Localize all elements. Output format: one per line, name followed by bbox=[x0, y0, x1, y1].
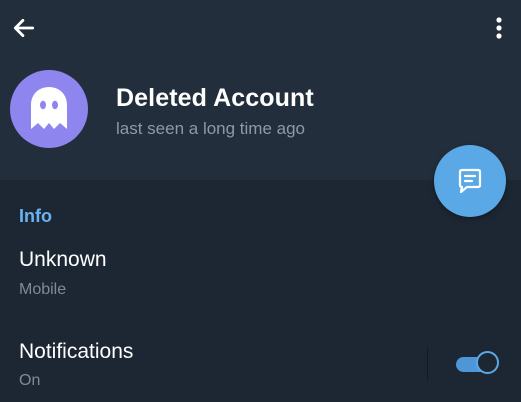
last-seen-status: last seen a long time ago bbox=[116, 119, 306, 138]
profile-name: Deleted Account bbox=[116, 84, 314, 112]
notifications-state: On bbox=[19, 372, 41, 389]
avatar[interactable] bbox=[10, 70, 88, 148]
send-message-button[interactable] bbox=[434, 145, 506, 217]
info-section-title: Info bbox=[19, 206, 52, 226]
ghost-icon bbox=[31, 87, 67, 129]
notifications-title: Notifications bbox=[19, 340, 134, 363]
phone-info-row[interactable]: Unknown Mobile bbox=[0, 238, 521, 304]
back-button[interactable] bbox=[8, 12, 40, 44]
arrow-left-icon bbox=[13, 19, 35, 37]
notifications-row[interactable]: Notifications On bbox=[0, 330, 521, 402]
toggle-knob bbox=[476, 351, 499, 374]
row-divider bbox=[427, 348, 428, 380]
more-options-button[interactable] bbox=[487, 12, 511, 44]
message-icon bbox=[458, 168, 482, 194]
phone-label: Mobile bbox=[19, 281, 67, 298]
notifications-toggle[interactable] bbox=[456, 351, 500, 377]
profile-header: Deleted Account last seen a long time ag… bbox=[0, 0, 521, 180]
phone-value: Unknown bbox=[19, 248, 107, 271]
more-vertical-icon bbox=[496, 17, 502, 39]
